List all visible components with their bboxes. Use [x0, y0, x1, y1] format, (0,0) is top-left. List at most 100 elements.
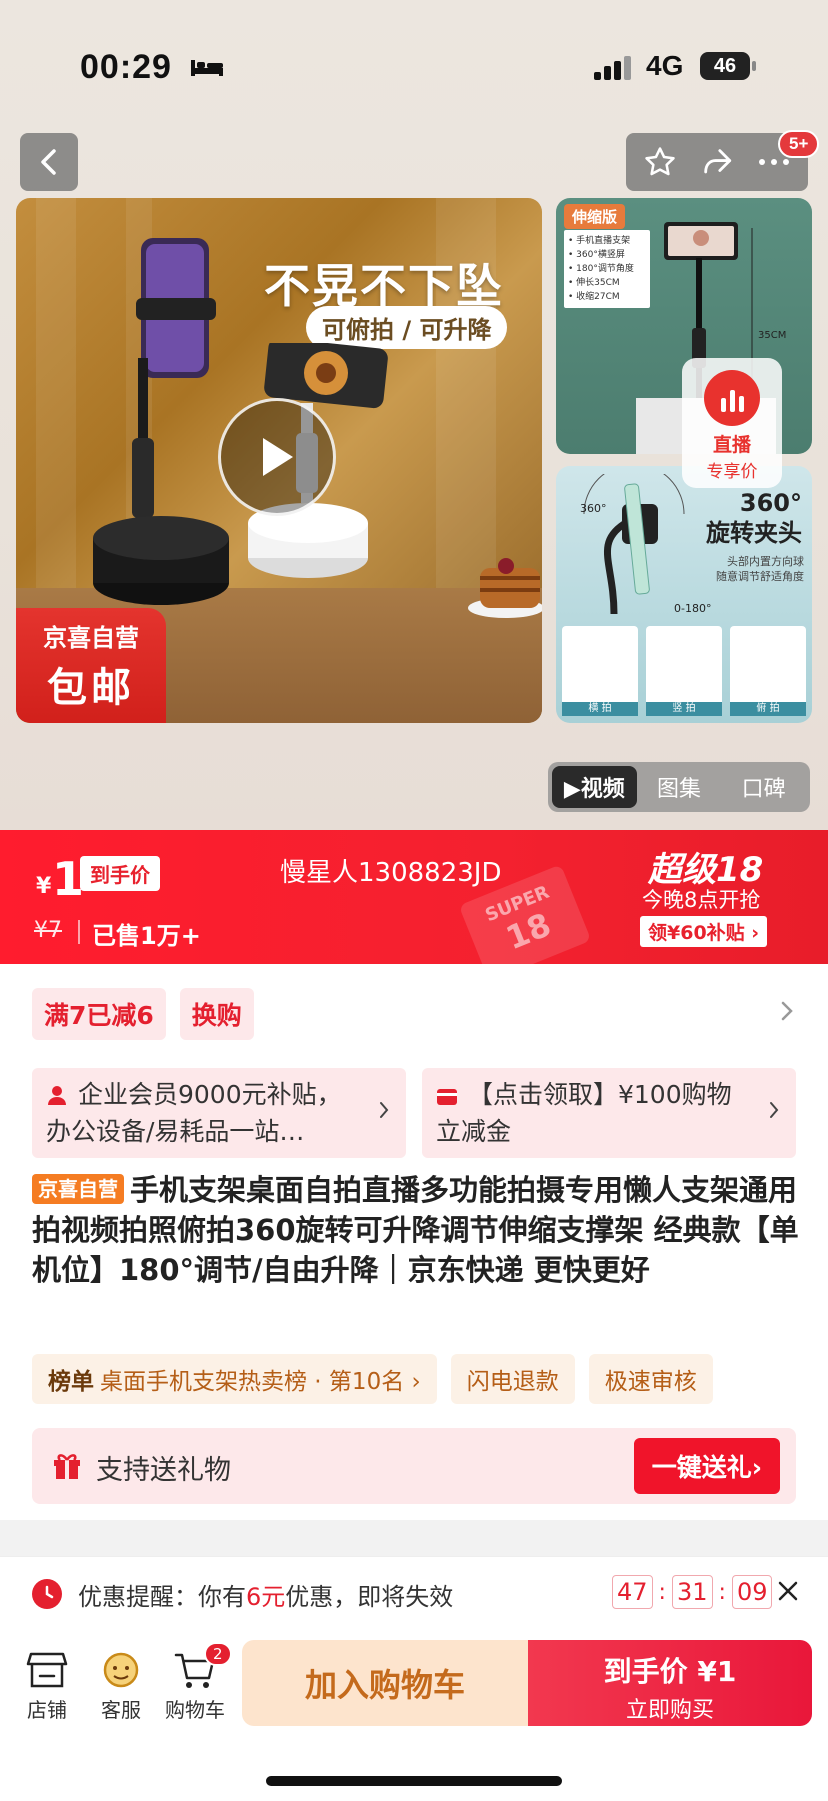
- person-icon: [48, 1086, 66, 1105]
- card-icon: [437, 1089, 457, 1105]
- product-info-card: 满7已减6 换购 企业会员9000元补贴，办公设备/易耗品一站… 【点击领取】¥…: [0, 964, 828, 1520]
- store-icon: [26, 1652, 68, 1688]
- countdown-colon: :: [658, 1579, 666, 1605]
- cart-button[interactable]: 购物车 2: [160, 1642, 232, 1723]
- back-button[interactable]: [20, 133, 78, 191]
- rotation-title-line: 旋转夹头: [706, 519, 802, 547]
- reminder-amount: 6元: [246, 1583, 286, 1611]
- reminder-suffix: 优惠，即将失效: [285, 1583, 454, 1611]
- live-bars-icon: [704, 370, 760, 426]
- add-to-cart-button[interactable]: 加入购物车: [242, 1640, 528, 1726]
- promo-discount-chip[interactable]: 满7已减6: [32, 988, 166, 1040]
- rotation-title: 360° 旋转夹头: [706, 488, 802, 548]
- buy-now-price: 到手价 ¥1: [603, 1655, 737, 1688]
- coupon-reminder: 优惠提醒：你有6元优惠，即将失效 47 : 31 : 09: [0, 1556, 828, 1628]
- home-indicator: [266, 1776, 562, 1786]
- tab-video[interactable]: ▶视频: [552, 766, 637, 808]
- mode-caption: 俯 拍: [730, 702, 806, 716]
- enterprise-coupon[interactable]: 企业会员9000元补贴，办公设备/易耗品一站…: [32, 1068, 406, 1158]
- ranking-chip[interactable]: 榜单 桌面手机支架热卖榜 · 第10名 ›: [32, 1354, 437, 1404]
- live-exclusive-label: 专享价: [706, 462, 758, 482]
- final-price-tag: 到手价: [80, 856, 160, 891]
- product-title-text: 手机支架桌面自拍直播多功能拍摄专用懒人支架通用拍视频拍照俯拍360旋转可升降调节…: [32, 1173, 799, 1287]
- reminder-text: 优惠提醒：你有6元优惠，即将失效: [78, 1577, 453, 1612]
- chevron-right-icon: [770, 1102, 779, 1118]
- favorite-button[interactable]: [637, 139, 683, 185]
- rank-label: 榜单: [48, 1369, 94, 1395]
- angle-label-360: 360°: [580, 502, 607, 515]
- bottom-action-bar: 店铺 客服 购物车 2 加入购物车 到手价 ¥1 立即购买: [0, 1628, 828, 1801]
- subsidy-button[interactable]: 领¥60补贴 ›: [640, 916, 768, 947]
- customer-service-button[interactable]: 客服: [86, 1646, 156, 1723]
- clock-icon: [32, 1579, 62, 1609]
- star-icon: [645, 147, 676, 176]
- gift-label: 支持送礼物: [96, 1455, 231, 1486]
- pancake-stack-illustration: [468, 558, 542, 618]
- height-label: 35CM: [758, 330, 787, 341]
- countdown-hours: 47: [612, 1575, 653, 1609]
- jd-self-tag: 京喜自营: [32, 1174, 124, 1204]
- promo-exchange-chip[interactable]: 换购: [179, 988, 254, 1040]
- price-banner: ¥ 1 到手价 ¥7 已售1万+ 慢星人1308823JD SUPER 18 超…: [0, 830, 828, 982]
- mode-cell-landscape: 横 拍: [562, 626, 638, 716]
- original-price: ¥7: [34, 918, 62, 943]
- fast-refund-chip[interactable]: 闪电退款: [450, 1354, 575, 1404]
- share-icon: [704, 149, 732, 174]
- service-label: 客服: [101, 1698, 141, 1722]
- countdown-colon: :: [718, 1579, 726, 1605]
- cart-count-badge: 2: [204, 1642, 232, 1666]
- mode-caption: 竖 拍: [646, 702, 722, 716]
- cash-coupon-text: 【点击领取】¥100购物立减金: [436, 1080, 732, 1146]
- status-bar: 00:29 4G 46: [0, 0, 828, 130]
- battery-indicator: 46: [700, 52, 756, 80]
- sleep-mode-icon: [191, 60, 223, 76]
- rotation-title-line: 360°: [739, 489, 802, 517]
- rank-row: 榜单 桌面手机支架热卖榜 · 第10名 › 闪电退款 极速审核: [32, 1354, 713, 1404]
- tab-gallery[interactable]: 图集: [637, 766, 722, 808]
- play-video-button[interactable]: [218, 398, 336, 516]
- main-product-image[interactable]: 不晃不下坠 可俯拍 / 可升降 京喜自营 包邮: [16, 198, 542, 723]
- gift-icon: [54, 1454, 80, 1479]
- share-button[interactable]: [694, 139, 740, 185]
- promo-row: 满7已减6 换购: [32, 988, 254, 1040]
- hero-area: 00:29 4G 46 5+ 不晃不下坠 可俯拍 / 可升降 京喜自营 包邮 伸…: [0, 0, 828, 830]
- live-label: 直播: [712, 434, 751, 456]
- curtain-light: [36, 198, 76, 598]
- live-price-chip[interactable]: 直播 专享价: [682, 358, 782, 488]
- media-tabs: ▶视频 图集 口碑: [548, 762, 810, 812]
- shop-label: 店铺: [27, 1698, 67, 1722]
- sold-count: 已售1万+: [92, 922, 201, 950]
- chevron-right-icon: [380, 1102, 389, 1118]
- thumbnail-rotation[interactable]: 360° 旋转夹头 头部内置方向球 随意调节舒适角度 360° 0-180° 横…: [556, 466, 812, 723]
- cash-coupon[interactable]: 【点击领取】¥100购物立减金: [422, 1068, 796, 1158]
- notification-badge: 5+: [778, 130, 820, 158]
- chevron-right-icon[interactable]: [780, 1000, 794, 1022]
- play-icon: [263, 438, 293, 476]
- currency-symbol: ¥: [36, 874, 52, 899]
- status-time: 00:29: [80, 48, 172, 86]
- product-title: 京喜自营 手机支架桌面自拍直播多功能拍摄专用懒人支架通用拍视频拍照俯拍360旋转可…: [32, 1170, 802, 1290]
- countdown-timer: 47 : 31 : 09: [612, 1575, 773, 1609]
- cart-label: 购物车: [165, 1698, 225, 1722]
- shop-button[interactable]: 店铺: [12, 1646, 82, 1723]
- close-icon[interactable]: [776, 1579, 800, 1603]
- enterprise-coupon-text: 企业会员9000元补贴，办公设备/易耗品一站…: [46, 1080, 342, 1146]
- jd-self-label: 京喜自营: [43, 624, 139, 652]
- angle-label-180: 0-180°: [674, 602, 712, 615]
- buy-now-button[interactable]: 到手价 ¥1 立即购买: [528, 1640, 812, 1726]
- countdown-minutes: 31: [671, 1575, 713, 1609]
- more-dots-icon: [758, 159, 789, 165]
- signal-icon: [594, 56, 631, 80]
- divider: [78, 920, 80, 944]
- store-name[interactable]: 慢星人1308823JD: [280, 852, 501, 889]
- tab-reviews[interactable]: 口碑: [721, 766, 806, 808]
- buy-now-label: 立即购买: [625, 1698, 714, 1723]
- send-gift-button[interactable]: 一键送礼›: [633, 1438, 780, 1494]
- mode-caption: 横 拍: [562, 702, 638, 716]
- mode-cell-overhead: 俯 拍: [730, 626, 806, 716]
- network-label: 4G: [646, 50, 684, 81]
- fast-review-chip[interactable]: 极速审核: [588, 1354, 713, 1404]
- countdown-seconds: 09: [731, 1575, 773, 1609]
- reminder-prefix: 优惠提醒：你有: [78, 1583, 246, 1611]
- gift-row: 支持送礼物 一键送礼›: [32, 1428, 796, 1504]
